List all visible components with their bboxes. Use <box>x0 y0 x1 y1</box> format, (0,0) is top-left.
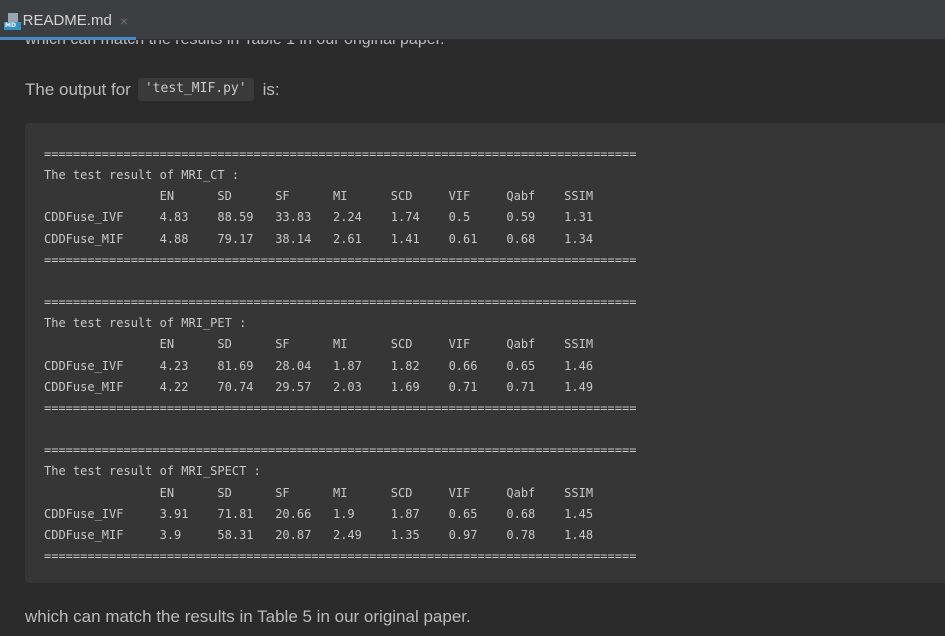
markdown-file-icon: MD <box>4 13 21 30</box>
tab-readme[interactable]: MD README.md × <box>0 6 136 40</box>
output-paragraph-suffix: is: <box>262 79 280 99</box>
code-block: ========================================… <box>25 123 945 583</box>
inline-code-filename: 'test_MIF.py' <box>137 78 254 101</box>
tab-title: README.md <box>22 12 112 29</box>
output-paragraph: The output for 'test_MIF.py' is: <box>25 78 280 101</box>
closing-paragraph: which can match the results in Table 5 i… <box>25 607 471 626</box>
code-block-text: ========================================… <box>44 147 637 563</box>
close-icon[interactable]: × <box>120 12 128 30</box>
editor-tab-bar: MD README.md × <box>0 0 945 40</box>
active-tab-indicator <box>0 37 136 40</box>
output-paragraph-prefix: The output for <box>25 79 131 99</box>
